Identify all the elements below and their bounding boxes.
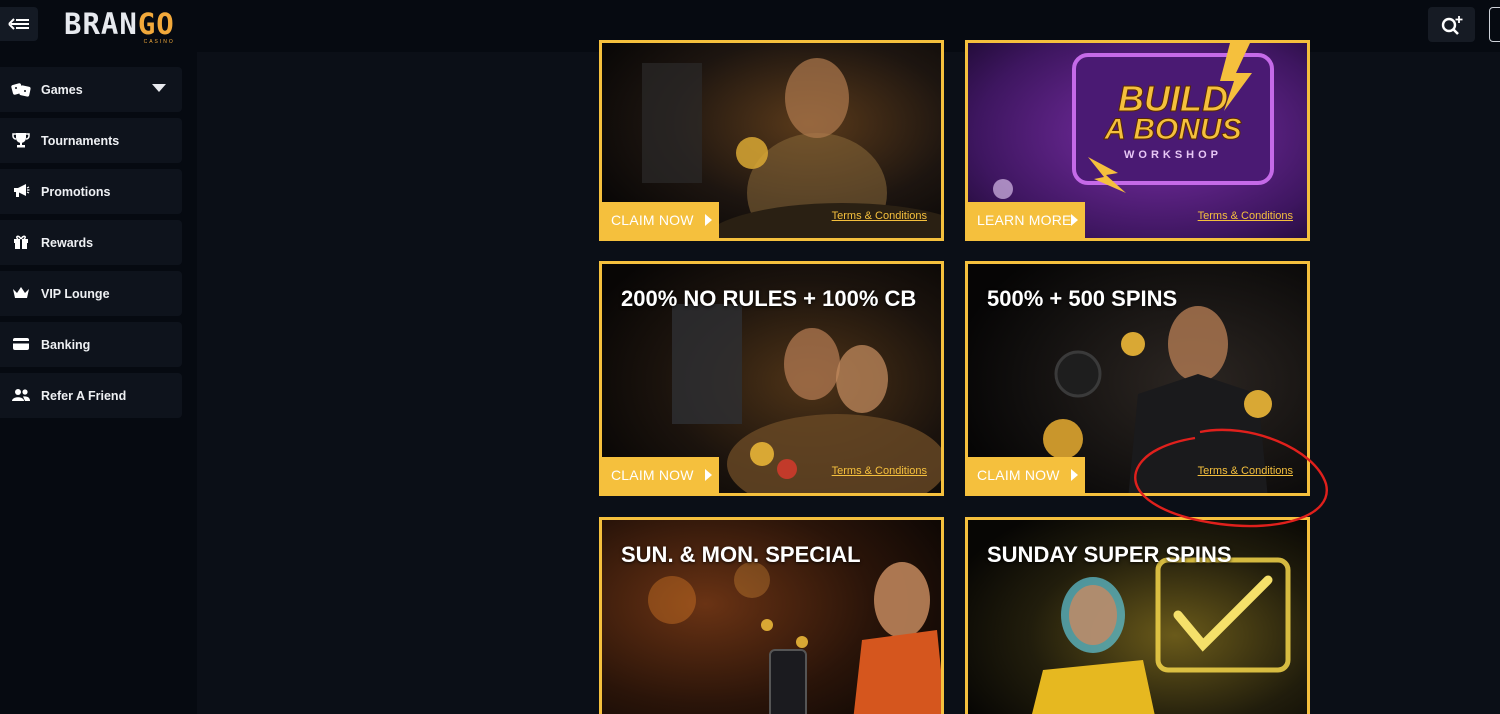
logo-subtitle: CASINO — [143, 39, 175, 45]
sidebar-item-label: Promotions — [41, 184, 111, 199]
cta-label: CLAIM NOW — [977, 467, 1060, 483]
dice-icon — [11, 80, 31, 98]
terms-link[interactable]: Terms & Conditions — [832, 465, 927, 477]
promo-card[interactable]: SUNDAY SUPER SPINS — [965, 517, 1310, 714]
terms-link[interactable]: Terms & Conditions — [1198, 210, 1293, 222]
promo-card[interactable]: BUILD A BONUS WORKSHOP LEARN MORE Terms … — [965, 40, 1310, 241]
play-arrow-icon — [705, 214, 712, 226]
account-button[interactable] — [1489, 7, 1500, 42]
sidebar-item-vip-lounge[interactable]: VIP Lounge — [0, 271, 182, 316]
play-arrow-icon — [1071, 469, 1078, 481]
promo-title: 200% NO RULES + 100% CB — [621, 286, 917, 311]
sidebar-item-games[interactable]: Games — [0, 67, 182, 112]
sidebar-item-banking[interactable]: Banking — [0, 322, 182, 367]
crown-icon — [11, 284, 31, 302]
promo-card[interactable]: 200% NO RULES + 100% CB CLAIM NOW Terms … — [599, 261, 944, 496]
sidebar: Games Tournaments Promotions Rewards VIP… — [0, 52, 197, 714]
users-icon — [11, 386, 31, 404]
promo-card[interactable]: CLAIM NOW Terms & Conditions — [599, 40, 944, 241]
collapse-menu-button[interactable] — [0, 7, 38, 41]
sidebar-item-label: VIP Lounge — [41, 286, 110, 301]
sidebar-item-promotions[interactable]: Promotions — [0, 169, 182, 214]
learn-more-button[interactable]: LEARN MORE — [968, 202, 1085, 238]
promo-title: 500% + 500 SPINS — [987, 286, 1178, 311]
promo-card[interactable]: SUN. & MON. SPECIAL — [599, 517, 944, 714]
claim-now-button[interactable]: CLAIM NOW — [968, 457, 1085, 493]
logo-text-a: BRAN — [64, 7, 138, 41]
cta-label: LEARN MORE — [977, 212, 1072, 228]
sidebar-item-label: Rewards — [41, 235, 94, 250]
cta-label: CLAIM NOW — [611, 212, 694, 228]
promo-title: SUNDAY SUPER SPINS — [987, 542, 1232, 567]
chevron-down-icon[interactable] — [152, 84, 166, 92]
promo-card[interactable]: 500% + 500 SPINS CLAIM NOW Terms & Condi… — [965, 261, 1310, 496]
gift-icon — [11, 233, 31, 251]
search-sparkle-icon — [1441, 15, 1462, 35]
play-arrow-icon — [705, 469, 712, 481]
logo-text-b: GO — [137, 7, 175, 41]
search-button[interactable] — [1428, 7, 1475, 42]
claim-now-button[interactable]: CLAIM NOW — [602, 202, 719, 238]
sidebar-item-label: Refer A Friend — [41, 388, 127, 403]
sidebar-item-label: Games — [41, 82, 83, 97]
card-icon — [11, 335, 31, 353]
art-text-a-bonus: A BONUS — [1103, 113, 1241, 146]
promo-title: SUN. & MON. SPECIAL — [621, 542, 861, 567]
terms-link[interactable]: Terms & Conditions — [832, 210, 927, 222]
brand-logo[interactable]: BRANGO CASINO — [64, 7, 175, 45]
sidebar-item-rewards[interactable]: Rewards — [0, 220, 182, 265]
art-text-workshop: WORKSHOP — [1124, 149, 1222, 161]
sidebar-item-label: Tournaments — [41, 133, 120, 148]
terms-link[interactable]: Terms & Conditions — [1198, 465, 1293, 477]
cta-label: CLAIM NOW — [611, 467, 694, 483]
sidebar-item-tournaments[interactable]: Tournaments — [0, 118, 182, 163]
claim-now-button[interactable]: CLAIM NOW — [602, 457, 719, 493]
sidebar-item-refer-a-friend[interactable]: Refer A Friend — [0, 373, 182, 418]
collapse-menu-icon — [8, 18, 29, 30]
megaphone-icon — [11, 182, 31, 200]
sidebar-item-label: Banking — [41, 337, 91, 352]
trophy-icon — [11, 131, 31, 149]
play-arrow-icon — [1071, 214, 1078, 226]
